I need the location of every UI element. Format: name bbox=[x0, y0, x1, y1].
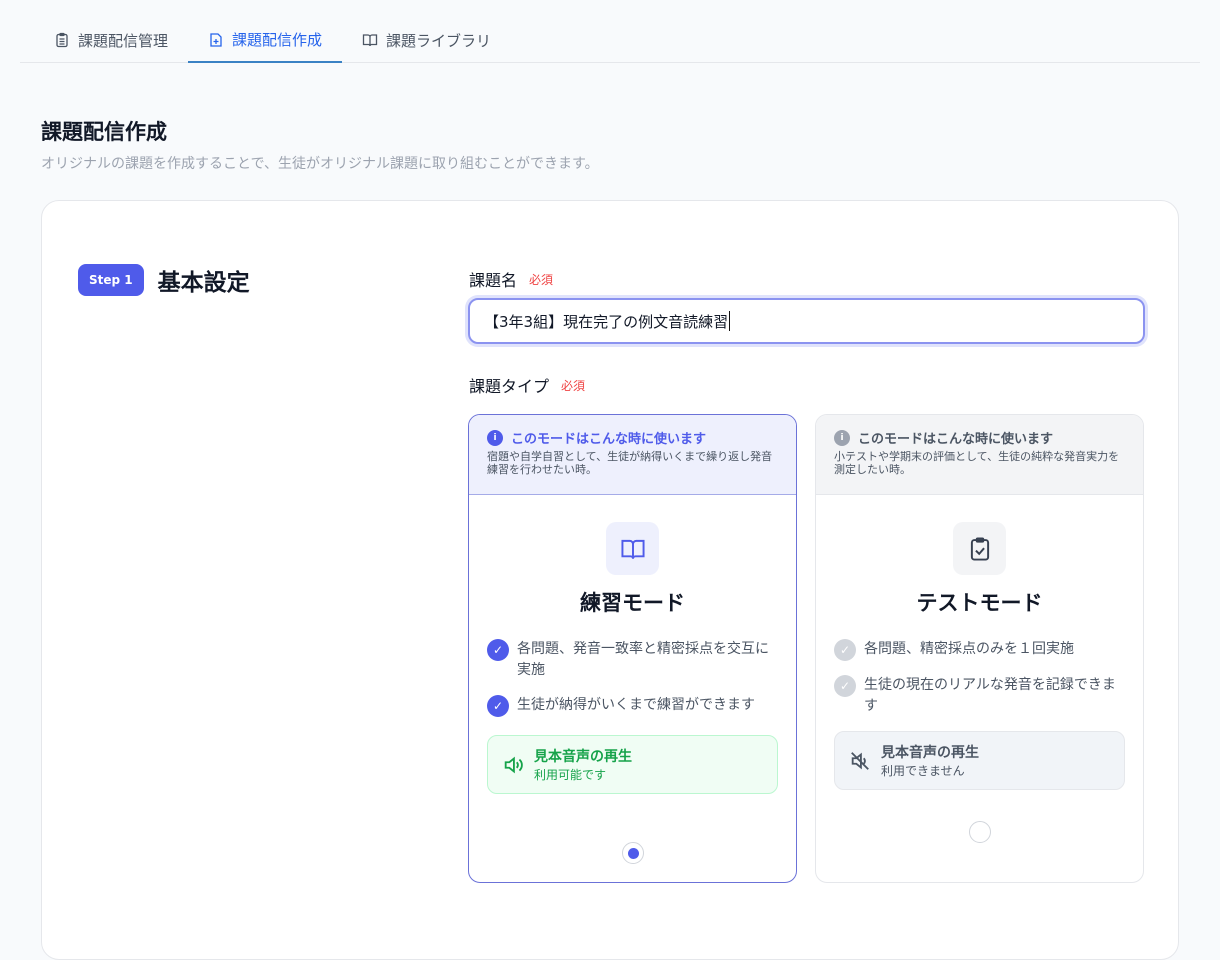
tab-library[interactable]: 課題ライブラリ bbox=[342, 18, 511, 62]
audio-status: 利用できません bbox=[881, 764, 965, 778]
test-mode-card[interactable]: i このモードはこんな時に使います 小テストや学期末の評価として、生徒の純粋な発音… bbox=[815, 414, 1144, 883]
audio-availability: 見本音声の再生 利用可能です bbox=[487, 735, 778, 794]
step-title: 基本設定 bbox=[157, 270, 250, 296]
step-badge: Step 1 bbox=[78, 264, 144, 296]
hint-title: このモードはこんな時に使います bbox=[858, 432, 1054, 447]
tab-create[interactable]: 課題配信作成 bbox=[188, 18, 343, 63]
page-subtitle: オリジナルの課題を作成することで、生徒がオリジナル課題に取り組むことができます。 bbox=[41, 156, 599, 172]
required-badge: 必須 bbox=[529, 272, 554, 287]
audio-title: 見本音声の再生 bbox=[881, 745, 979, 761]
name-label: 課題名 必須 bbox=[469, 267, 553, 291]
mode-name: テストモード bbox=[916, 591, 1043, 615]
feature-text: 生徒の現在のリアルな発音を記録できます bbox=[864, 677, 1116, 714]
required-badge: 必須 bbox=[561, 378, 586, 393]
feature-item: ✓ 生徒が納得がいくまで練習ができます bbox=[487, 695, 778, 717]
volume-off-icon bbox=[851, 751, 869, 770]
feature-item: ✓ 生徒の現在のリアルな発音を記録できます bbox=[834, 675, 1125, 717]
audio-status: 利用可能です bbox=[534, 768, 607, 782]
book-open-icon bbox=[362, 34, 378, 47]
label-text: 課題名 bbox=[469, 271, 518, 290]
feature-text: 各問題、発音一致率と精密採点を交互に実施 bbox=[517, 641, 769, 678]
text-caret bbox=[729, 311, 731, 331]
clipboard-icon bbox=[56, 32, 68, 48]
info-icon: i bbox=[834, 429, 850, 446]
test-mode-radio[interactable] bbox=[969, 821, 991, 843]
feature-text: 生徒が納得がいくまで練習ができます bbox=[517, 697, 755, 713]
tab-management[interactable]: 課題配信管理 bbox=[20, 18, 188, 62]
step-header: Step 1 基本設定 bbox=[78, 263, 250, 297]
feature-item: ✓ 各問題、発音一致率と精密採点を交互に実施 bbox=[487, 639, 778, 681]
hint-title: このモードはこんな時に使います bbox=[511, 432, 707, 447]
feature-text: 各問題、精密採点のみを１回実施 bbox=[864, 641, 1074, 657]
mode-hint: i このモードはこんな時に使います 小テストや学期末の評価として、生徒の純粋な発音… bbox=[816, 415, 1143, 495]
check-icon: ✓ bbox=[487, 695, 509, 717]
info-icon: i bbox=[487, 429, 503, 446]
file-plus-icon bbox=[210, 32, 222, 47]
page-title: 課題配信作成 bbox=[41, 120, 167, 144]
tab-label: 課題配信管理 bbox=[78, 31, 169, 50]
tab-label: 課題配信作成 bbox=[232, 31, 323, 49]
hint-text: 宿題や自学自習として、生徒が納得いくまで繰り返し発音練習を行わせたい時。 bbox=[487, 450, 773, 476]
audio-title: 見本音声の再生 bbox=[534, 749, 632, 765]
label-text: 課題タイプ bbox=[469, 377, 550, 396]
hint-text: 小テストや学期末の評価として、生徒の純粋な発音実力を測定したい時。 bbox=[834, 450, 1120, 476]
form-card: Step 1 基本設定 課題名 必須 【3年3組】現在完了の例文音読練習 課題タイ… bbox=[41, 200, 1179, 960]
mode-hint: i このモードはこんな時に使います 宿題や自学自習として、生徒が納得いくまで繰り返… bbox=[469, 415, 796, 495]
mode-name: 練習モード bbox=[580, 591, 685, 615]
audio-availability: 見本音声の再生 利用できません bbox=[834, 731, 1125, 790]
check-icon: ✓ bbox=[834, 639, 856, 661]
assignment-name-input[interactable]: 【3年3組】現在完了の例文音読練習 bbox=[468, 298, 1145, 344]
check-icon: ✓ bbox=[487, 639, 509, 661]
book-open-icon bbox=[606, 522, 659, 575]
volume-icon bbox=[504, 756, 523, 773]
tab-bar: 課題配信管理 課題配信作成 課題ライブラリ bbox=[20, 18, 1200, 63]
tab-label: 課題ライブラリ bbox=[386, 31, 492, 50]
practice-mode-radio[interactable] bbox=[622, 842, 644, 864]
feature-item: ✓ 各問題、精密採点のみを１回実施 bbox=[834, 639, 1125, 661]
type-label: 課題タイプ 必須 bbox=[469, 373, 585, 397]
practice-mode-card[interactable]: i このモードはこんな時に使います 宿題や自学自習として、生徒が納得いくまで繰り返… bbox=[468, 414, 797, 883]
clipboard-check-icon bbox=[953, 522, 1006, 575]
check-icon: ✓ bbox=[834, 675, 856, 697]
input-value: 【3年3組】現在完了の例文音読練習 bbox=[484, 312, 729, 331]
